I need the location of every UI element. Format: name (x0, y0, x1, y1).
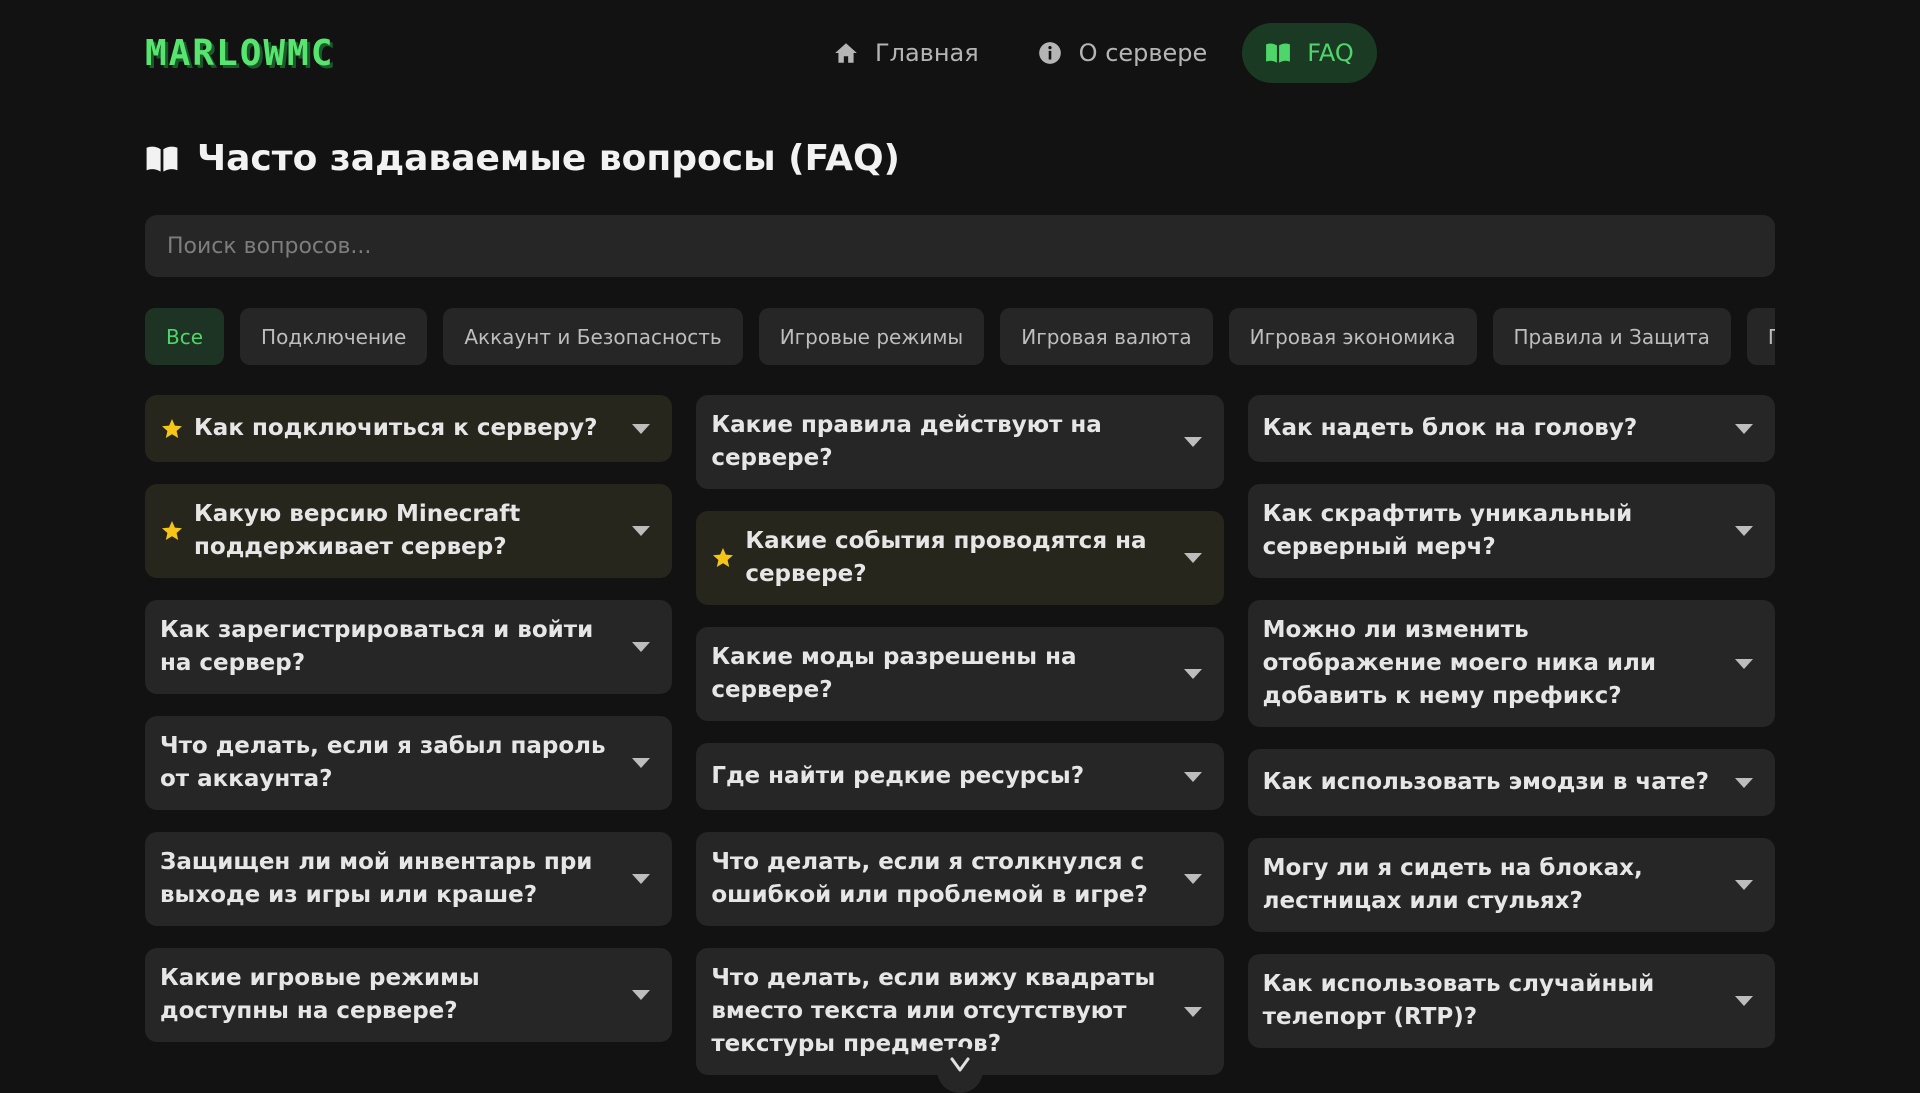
nav-faq[interactable]: FAQ (1242, 23, 1377, 83)
logo-text: MARLOWMC (145, 33, 334, 74)
faq-item[interactable]: Как подключиться к серверу? (145, 395, 673, 462)
book-icon (1266, 43, 1291, 63)
faq-item[interactable]: Как надеть блок на голову? (1247, 395, 1775, 462)
chevron-down-icon[interactable] (1733, 422, 1755, 436)
site-header: MARLOWMC MARLOWMC Главная О сервере FAQ (0, 0, 1920, 105)
page-title: Часто задаваемые вопросы (FAQ) (145, 138, 900, 179)
faq-item[interactable]: Какие события проводятся на сервере? (696, 511, 1224, 605)
faq-question: Могу ли я сидеть на блоках, лестницах ил… (1262, 855, 1643, 914)
faq-question: Как скрафтить уникальный серверный мерч? (1262, 501, 1633, 560)
chevron-down-icon[interactable] (630, 756, 652, 770)
chevron-down-icon[interactable] (630, 988, 652, 1002)
faq-question: Как использовать случайный телепорт (RTP… (1262, 971, 1655, 1030)
faq-item[interactable]: Где найти редкие ресурсы? (696, 743, 1224, 810)
chevron-down-icon[interactable] (1182, 770, 1204, 784)
category-chip[interactable]: Игровая экономика (1228, 308, 1477, 365)
category-filter: Все Подключение Аккаунт и Безопасность Игро… (145, 308, 1775, 365)
category-chip[interactable]: Игровая валюта (1000, 308, 1213, 365)
nav-faq-label: FAQ (1307, 39, 1354, 67)
faq-question: Какие правила действуют на сервере? (711, 412, 1102, 471)
search-input[interactable] (145, 215, 1775, 277)
category-chip[interactable]: Подде (1746, 308, 1775, 365)
chevron-down-icon[interactable] (1182, 872, 1204, 886)
faq-question: Где найти редкие ресурсы? (711, 763, 1085, 789)
nav-home[interactable]: Главная (810, 23, 1002, 83)
faq-item[interactable]: Какие моды разрешены на сервере? (696, 627, 1224, 721)
category-chip[interactable]: Все (145, 308, 225, 365)
star-icon (162, 418, 182, 438)
faq-question: Как использовать эмодзи в чате? (1262, 769, 1709, 795)
faq-item[interactable]: Какую версию Minecraft поддерживает серв… (145, 484, 673, 578)
faq-item[interactable]: Можно ли изменить отображение моего ника… (1247, 600, 1775, 727)
chevron-down-icon[interactable] (1733, 776, 1755, 790)
faq-question: Как зарегистрироваться и войти на сервер… (160, 617, 594, 676)
category-chip[interactable]: Правила и Защита (1492, 308, 1731, 365)
faq-item[interactable]: Какие игровые режимы доступны на сервере… (145, 948, 673, 1042)
faq-column: Как подключиться к серверу? Какую версию … (145, 395, 673, 1042)
chevron-down-icon[interactable] (1182, 435, 1204, 449)
page-title-text: Часто задаваемые вопросы (FAQ) (197, 138, 901, 179)
faq-grid: Как подключиться к серверу? Какую версию … (145, 395, 1775, 1075)
main-nav: Главная О сервере FAQ (810, 23, 1377, 83)
chevron-down-icon[interactable] (630, 640, 652, 654)
info-icon (1038, 42, 1061, 64)
chevron-down-icon (950, 1057, 970, 1072)
site-logo[interactable]: MARLOWMC MARLOWMC (145, 30, 415, 75)
faq-question: Какие игровые режимы доступны на сервере… (160, 965, 480, 1024)
chevron-down-icon[interactable] (1182, 667, 1204, 681)
faq-question: Защищен ли мой инвентарь при выходе из и… (160, 849, 593, 908)
faq-item[interactable]: Что делать, если я столкнулся с ошибкой … (696, 832, 1224, 926)
faq-column: Как надеть блок на голову? Как скрафтить … (1247, 395, 1775, 1048)
faq-question: Что делать, если вижу квадраты вместо те… (711, 965, 1156, 1057)
nav-home-label: Главная (875, 39, 979, 67)
faq-column: Какие правила действуют на сервере? Какие… (696, 395, 1224, 1075)
book-icon (146, 146, 178, 172)
nav-about[interactable]: О сервере (1014, 23, 1231, 83)
category-chip[interactable]: Игровые режимы (758, 308, 985, 365)
chevron-down-icon[interactable] (1733, 878, 1755, 892)
faq-item[interactable]: Защищен ли мой инвентарь при выходе из и… (145, 832, 673, 926)
faq-item[interactable]: Что делать, если я забыл пароль от аккау… (145, 716, 673, 810)
scroll-down-button[interactable] (937, 1047, 983, 1093)
chevron-down-icon[interactable] (1182, 551, 1204, 565)
chevron-down-icon[interactable] (630, 872, 652, 886)
faq-question: Как надеть блок на голову? (1262, 415, 1638, 441)
star-icon (713, 548, 734, 567)
category-chip[interactable]: Подключение (240, 308, 428, 365)
category-chips: Все Подключение Аккаунт и Безопасность Игро… (145, 308, 1775, 365)
chevron-down-icon[interactable] (630, 524, 652, 538)
faq-question: Что делать, если я столкнулся с ошибкой … (711, 849, 1148, 908)
home-icon (835, 43, 857, 63)
faq-question: Можно ли изменить отображение моего ника… (1262, 617, 1656, 709)
category-chip[interactable]: Аккаунт и Безопасность (443, 308, 743, 365)
faq-question: Что делать, если я забыл пароль от аккау… (160, 733, 606, 792)
faq-item[interactable]: Как использовать эмодзи в чате? (1247, 749, 1775, 816)
faq-item[interactable]: Могу ли я сидеть на блоках, лестницах ил… (1247, 838, 1775, 932)
faq-item[interactable]: Как использовать случайный телепорт (RTP… (1247, 954, 1775, 1048)
chevron-down-icon[interactable] (630, 422, 652, 436)
chevron-down-icon[interactable] (1733, 657, 1755, 671)
star-icon (162, 521, 182, 540)
faq-item[interactable]: Какие правила действуют на сервере? (696, 395, 1224, 489)
faq-question: Какие события проводятся на сервере? (745, 528, 1147, 587)
chevron-down-icon[interactable] (1182, 1005, 1204, 1019)
faq-question: Какие моды разрешены на сервере? (711, 644, 1077, 703)
faq-item[interactable]: Как зарегистрироваться и войти на сервер… (145, 600, 673, 694)
chevron-down-icon[interactable] (1733, 994, 1755, 1008)
nav-about-label: О сервере (1078, 39, 1208, 67)
faq-question: Как подключиться к серверу? (194, 415, 598, 441)
chevron-down-icon[interactable] (1733, 524, 1755, 538)
faq-item[interactable]: Как скрафтить уникальный серверный мерч? (1247, 484, 1775, 578)
faq-question: Какую версию Minecraft поддерживает серв… (194, 501, 521, 560)
